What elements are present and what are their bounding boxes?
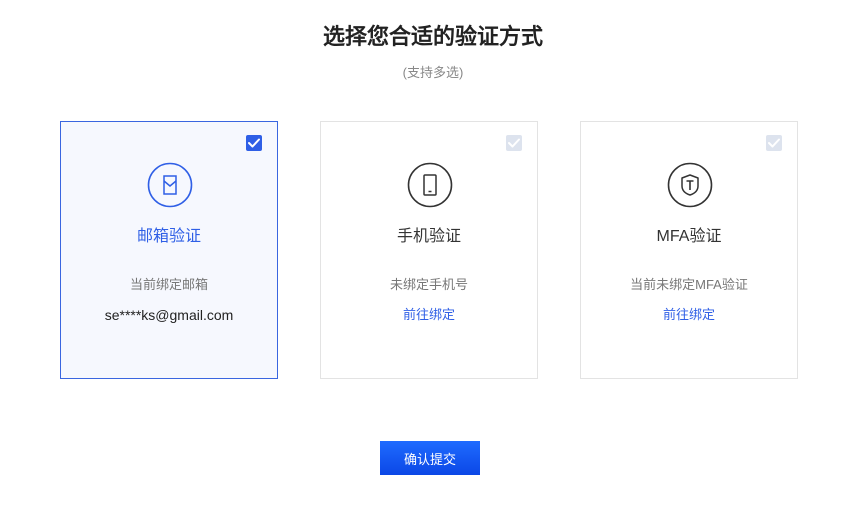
page-title: 选择您合适的验证方式 xyxy=(322,24,543,49)
mfa-card-checkbox[interactable] xyxy=(766,135,782,151)
email-icon xyxy=(147,162,193,208)
mfa-shield-icon xyxy=(667,162,713,208)
phone-verification-card[interactable]: 手机验证 未绑定手机号 前往绑定 xyxy=(320,121,538,379)
check-icon xyxy=(508,138,520,148)
page-subtitle: (支持多选) xyxy=(402,65,464,80)
bind-phone-link[interactable]: 前往绑定 xyxy=(321,306,537,324)
phone-card-checkbox[interactable] xyxy=(506,135,522,151)
card-description: 当前未绑定MFA验证 xyxy=(630,277,748,292)
phone-icon xyxy=(407,162,453,208)
mfa-verification-card[interactable]: MFA验证 当前未绑定MFA验证 前往绑定 xyxy=(580,121,798,379)
email-card-checkbox[interactable] xyxy=(246,135,262,151)
card-description: 当前绑定邮箱 xyxy=(129,277,208,292)
email-verification-card[interactable]: 邮箱验证 当前绑定邮箱 se****ks@gmail.com xyxy=(60,121,278,379)
card-description: 未绑定手机号 xyxy=(389,277,468,292)
submit-button[interactable]: 确认提交 xyxy=(380,441,480,475)
card-title: 邮箱验证 xyxy=(136,228,201,245)
card-title: MFA验证 xyxy=(656,228,722,245)
bind-mfa-link[interactable]: 前往绑定 xyxy=(581,306,797,324)
check-icon xyxy=(768,138,780,148)
check-icon xyxy=(248,138,260,148)
bound-email-value: se****ks@gmail.com xyxy=(104,307,234,323)
card-title: 手机验证 xyxy=(396,228,461,245)
